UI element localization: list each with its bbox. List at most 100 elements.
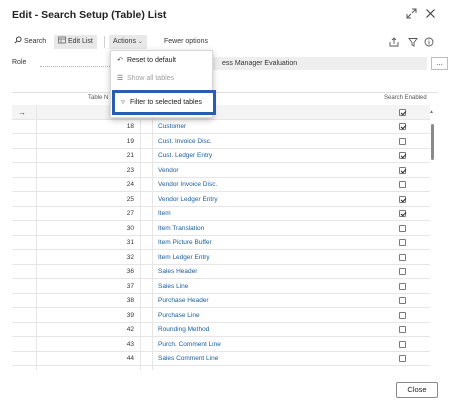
role-input[interactable]: ess Manager Evaluation [212,57,427,70]
column-divider [140,163,141,177]
info-icon[interactable] [424,35,436,49]
scrollbar-thumb[interactable] [431,124,434,160]
search-enabled-checkbox[interactable] [399,369,406,370]
table-row[interactable]: 27 Item [12,206,430,221]
table-name-cell[interactable]: Purchase Line [158,312,200,319]
table-row[interactable]: 32 Item Ledger Entry [12,250,430,265]
search-enabled-checkbox[interactable] [399,355,406,362]
column-divider [152,293,153,307]
search-enabled-checkbox[interactable] [399,282,406,290]
search-button[interactable]: Search [14,35,46,49]
table-row[interactable]: 30 Item Translation [12,221,430,236]
table-name-cell[interactable]: Item Picture Buffer [158,239,212,246]
menu-item-show-all-tables: ☰ Show all tables [115,72,174,86]
search-enabled-checkbox[interactable] [399,137,406,145]
filter-pane-icon[interactable] [408,35,420,49]
table-no-cell: 38 [126,297,134,304]
column-divider [152,279,153,293]
search-enabled-checkbox[interactable] [399,326,406,333]
table-name-cell[interactable]: Vendor Ledger Entry [158,196,218,203]
column-divider [152,351,153,365]
table-name-cell[interactable]: Item Translation [158,225,204,232]
share-icon[interactable] [389,35,401,49]
table-name-cell[interactable]: Item [158,210,171,217]
table-row[interactable]: 23 Vendor [12,163,430,178]
column-divider [140,351,141,365]
table-no-cell: 25 [126,195,134,203]
table-row[interactable]: 43 Purch. Comment Line [12,337,430,352]
search-enabled-checkbox[interactable] [399,297,406,304]
menu-item-reset-to-default[interactable]: ↶ Reset to default [115,54,176,68]
search-enabled-checkbox[interactable] [399,108,406,116]
column-divider [36,308,37,322]
table-row[interactable]: 31 Item Picture Buffer [12,235,430,250]
search-enabled-checkbox[interactable] [399,195,406,203]
table-row[interactable]: 44 Sales Comment Line [12,351,430,366]
table-no-cell: 44 [126,355,134,362]
scroll-up-icon[interactable]: ▲ [429,109,434,115]
search-enabled-checkbox[interactable] [399,253,406,261]
table-row[interactable]: 36 Sales Header [12,264,430,279]
table-row[interactable]: 18 Customer [12,119,430,134]
table-row[interactable]: 25 Vendor Ledger Entry [12,192,430,207]
column-divider [152,250,153,264]
table-row[interactable]: 24 Vendor Invoice Disc. [12,177,430,192]
edit-list-icon [58,36,66,44]
table-row[interactable]: 45 G/L Register [12,366,430,370]
search-enabled-checkbox[interactable] [399,340,406,348]
table-name-cell[interactable]: Customer [158,123,186,130]
table-row[interactable]: 38 Purchase Header [12,293,430,308]
column-divider [36,105,37,119]
search-enabled-checkbox[interactable] [399,166,406,174]
table-no-cell: 32 [126,253,134,261]
column-header-search-enabled[interactable]: Search Enabled [384,95,427,101]
table-no-cell: 21 [126,152,134,159]
table-row[interactable]: 37 Sales Line [12,279,430,294]
undo-icon: ↶ [117,57,123,64]
table-name-cell[interactable]: Item Ledger Entry [158,254,210,261]
table-name-cell[interactable]: Rounding Method [158,326,209,333]
table-name-cell[interactable]: Cust. Invoice Disc. [158,138,212,145]
expand-icon[interactable] [405,8,417,20]
table-name-cell[interactable]: Vendor Invoice Disc. [158,181,217,188]
table-name-cell[interactable]: G/L Register [158,370,194,371]
menu-item-filter-to-selected-tables[interactable]: ▿ Filter to selected tables [112,90,216,115]
search-enabled-checkbox[interactable] [399,210,406,217]
actions-menu-button[interactable]: Actions ⌄ [109,35,147,49]
close-button[interactable]: Close [396,382,438,398]
column-divider [140,322,141,336]
column-divider [140,177,141,191]
search-enabled-checkbox[interactable] [399,311,406,319]
fewer-options-button[interactable]: Fewer options [164,35,208,49]
table-row[interactable]: 42 Rounding Method [12,322,430,337]
search-enabled-checkbox[interactable] [399,268,406,275]
edit-list-button[interactable]: Edit List [54,35,97,49]
table-name-cell[interactable]: Sales Header [158,268,197,275]
table-name-cell[interactable]: Purchase Header [158,297,209,304]
role-more-button[interactable]: ... [431,57,448,70]
column-divider [152,322,153,336]
role-label: Role [12,59,27,66]
table-row[interactable]: 19 Cust. Invoice Disc. [12,134,430,149]
table-row[interactable]: → [12,105,430,120]
column-divider [140,206,141,220]
table-no-cell: 19 [126,137,134,145]
search-enabled-checkbox[interactable] [399,224,406,232]
search-enabled-checkbox[interactable] [399,239,406,246]
search-icon [14,36,22,44]
table-name-cell[interactable]: Sales Line [158,283,188,290]
table-name-cell[interactable]: Sales Comment Line [158,355,218,362]
table-name-cell[interactable]: Cust. Ledger Entry [158,152,212,159]
column-divider [36,148,37,162]
close-icon[interactable] [424,8,436,20]
table-name-cell[interactable]: Vendor [158,167,179,174]
search-enabled-checkbox[interactable] [399,123,406,130]
table-row[interactable]: 39 Purchase Line [12,308,430,323]
search-enabled-checkbox[interactable] [399,152,406,159]
toolbar-divider [104,36,105,48]
table-row[interactable]: 21 Cust. Ledger Entry [12,148,430,163]
table-name-cell[interactable]: Purch. Comment Line [158,341,221,348]
column-divider [36,337,37,351]
column-header-table-no[interactable]: Table N [88,95,108,101]
search-enabled-checkbox[interactable] [399,181,406,188]
